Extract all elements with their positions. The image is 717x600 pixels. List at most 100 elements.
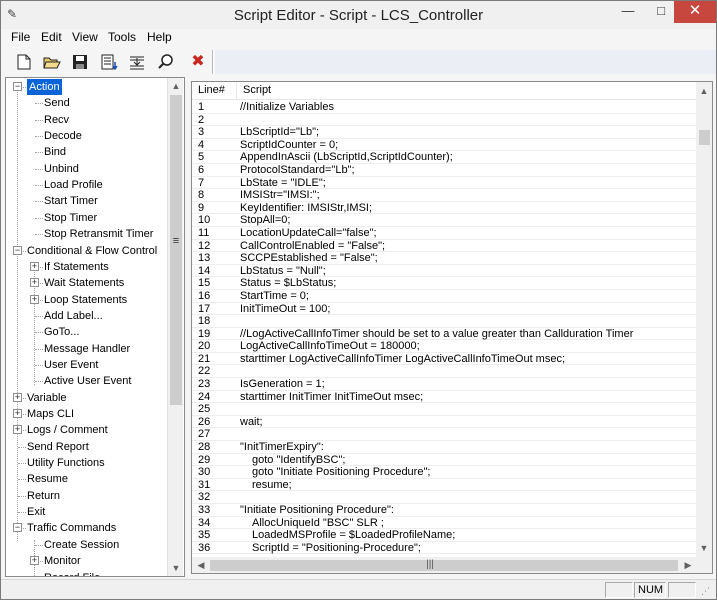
tree-item[interactable]: Return bbox=[6, 488, 176, 504]
script-line[interactable]: 6 ProtocolStandard="Lb"; bbox=[192, 164, 696, 177]
line-text[interactable]: starttimer InitTimer InitTimeOut msec; bbox=[240, 391, 423, 404]
line-text[interactable]: //Initialize Variables bbox=[240, 101, 334, 114]
line-text[interactable]: IsGeneration = 1; bbox=[240, 378, 325, 391]
compile-button[interactable] bbox=[99, 51, 121, 73]
line-text[interactable]: wait; bbox=[240, 416, 263, 429]
tree-scrollbar[interactable]: ▲ ≡ ▼ bbox=[167, 78, 183, 576]
script-line[interactable]: 1 //Initialize Variables bbox=[192, 101, 696, 114]
tree-item[interactable]: + If Statements bbox=[6, 259, 176, 275]
line-number-header[interactable]: Line# bbox=[192, 82, 237, 100]
tree-item[interactable]: Send bbox=[6, 95, 176, 111]
line-text[interactable]: StartTime = 0; bbox=[240, 290, 309, 303]
line-text[interactable]: AppendInAscii (LbScriptId,ScriptIdCounte… bbox=[240, 151, 453, 164]
line-text[interactable]: LoadedMSProfile = $LoadedProfileName; bbox=[252, 529, 455, 542]
menu-help[interactable]: Help bbox=[147, 30, 172, 44]
resize-grip-icon[interactable]: ⋰ bbox=[701, 586, 710, 597]
expand-icon[interactable]: + bbox=[13, 425, 22, 435]
menu-view[interactable]: View bbox=[72, 30, 98, 44]
menu-tools[interactable]: Tools bbox=[108, 30, 136, 44]
line-text[interactable]: ProtocolStandard="Lb"; bbox=[240, 164, 355, 177]
editor-horizontal-scrollbar[interactable]: ◀ ||| ▶ bbox=[192, 557, 696, 573]
line-text[interactable]: Status = $LbStatus; bbox=[240, 277, 336, 290]
tree-item[interactable]: + Logs / Comment bbox=[6, 422, 176, 438]
script-line[interactable]: 10 StopAll=0; bbox=[192, 214, 696, 227]
script-line[interactable]: 35 LoadedMSProfile = $LoadedProfileName; bbox=[192, 529, 696, 542]
tree-item[interactable]: − Conditional & Flow Control bbox=[6, 243, 176, 259]
script-line[interactable]: 19 //LogActiveCallInfoTimer should be set… bbox=[192, 328, 696, 341]
script-line[interactable]: 27 bbox=[192, 428, 696, 442]
tree-item[interactable]: − Traffic Commands bbox=[6, 520, 176, 536]
tree-item[interactable]: Start Timer bbox=[6, 193, 176, 209]
line-text[interactable]: StopAll=0; bbox=[240, 214, 290, 227]
line-text[interactable]: //LogActiveCallInfoTimer should be set t… bbox=[240, 328, 633, 341]
save-button[interactable] bbox=[69, 51, 91, 73]
scroll-down-icon[interactable]: ▼ bbox=[696, 540, 712, 556]
script-line[interactable]: 4 ScriptIdCounter = 0; bbox=[192, 139, 696, 152]
line-text[interactable]: CallControlEnabled = "False"; bbox=[240, 240, 385, 253]
script-line[interactable]: 14 LbStatus = "Null"; bbox=[192, 265, 696, 278]
script-line[interactable]: 20 LogActiveCallInfoTimeOut = 180000; bbox=[192, 340, 696, 353]
tree-item[interactable]: + Monitor bbox=[6, 553, 176, 569]
tree-item[interactable]: Unbind bbox=[6, 161, 176, 177]
open-button[interactable] bbox=[41, 51, 63, 73]
maximize-button[interactable]: □ bbox=[646, 1, 676, 23]
script-line[interactable]: 22 bbox=[192, 365, 696, 379]
tree-item[interactable]: GoTo... bbox=[6, 324, 176, 340]
script-line[interactable]: 5 AppendInAscii (LbScriptId,ScriptIdCount… bbox=[192, 151, 696, 164]
script-line[interactable]: 23 IsGeneration = 1; bbox=[192, 378, 696, 391]
tree-item[interactable]: Decode bbox=[6, 128, 176, 144]
line-text[interactable]: LbState = "IDLE"; bbox=[240, 177, 326, 190]
line-text[interactable]: starttimer LogActiveCallInfoTimer LogAct… bbox=[240, 353, 565, 366]
tree-item[interactable]: Resume bbox=[6, 471, 176, 487]
minimize-button[interactable]: — bbox=[613, 1, 643, 23]
tree-item[interactable]: Recv bbox=[6, 112, 176, 128]
script-header[interactable]: Script bbox=[237, 82, 696, 100]
script-line[interactable]: 25 bbox=[192, 403, 696, 416]
line-text[interactable]: "Initiate Positioning Procedure": bbox=[240, 504, 394, 517]
script-line[interactable]: 2 bbox=[192, 114, 696, 127]
scroll-up-icon[interactable]: ▲ bbox=[168, 78, 184, 94]
expand-icon[interactable]: + bbox=[30, 278, 39, 288]
tree-item[interactable]: + Maps CLI bbox=[6, 406, 176, 422]
line-text[interactable]: InitTimeOut = 100; bbox=[240, 303, 330, 316]
line-text[interactable]: AllocUniqueId "BSC" SLR ; bbox=[252, 517, 384, 530]
line-text[interactable]: LbScriptId="Lb"; bbox=[240, 126, 319, 139]
script-line[interactable]: 18 bbox=[192, 315, 696, 328]
scroll-up-icon[interactable]: ▲ bbox=[696, 83, 712, 99]
tree-item[interactable]: Load Profile bbox=[6, 177, 176, 193]
line-text[interactable]: IMSIStr="IMSI:"; bbox=[240, 189, 320, 202]
script-line[interactable]: 36 ScriptId = "Positioning-Procedure"; bbox=[192, 542, 696, 555]
line-text[interactable]: KeyIdentifier: IMSIStr,IMSI; bbox=[240, 202, 372, 215]
line-text[interactable]: goto "Initiate Positioning Procedure"; bbox=[252, 466, 430, 479]
tree-item[interactable]: Utility Functions bbox=[6, 455, 176, 471]
line-text[interactable]: ScriptId = "Positioning-Procedure"; bbox=[252, 542, 421, 555]
script-line[interactable]: 11 LocationUpdateCall="false"; bbox=[192, 227, 696, 240]
script-lines[interactable]: 1 //Initialize Variables 2 3 LbScriptId="Lb"… bbox=[192, 101, 696, 555]
line-text[interactable]: SCCPEstablished = "False"; bbox=[240, 252, 378, 265]
tree-item[interactable]: Add Label... bbox=[6, 308, 176, 324]
script-line[interactable]: 30 goto "Initiate Positioning Procedure"; bbox=[192, 466, 696, 479]
script-line[interactable]: 12 CallControlEnabled = "False"; bbox=[192, 240, 696, 253]
close-button[interactable]: ✕ bbox=[674, 1, 716, 23]
scroll-right-icon[interactable]: ▶ bbox=[680, 557, 696, 573]
expand-icon[interactable]: + bbox=[13, 392, 22, 402]
delete-button[interactable]: ✖ bbox=[187, 51, 209, 73]
script-editor[interactable]: Line# Script 1 //Initialize Variables 2 3 Lb… bbox=[191, 81, 713, 574]
scroll-left-icon[interactable]: ◀ bbox=[193, 557, 209, 573]
script-line[interactable]: 33 "Initiate Positioning Procedure": bbox=[192, 504, 696, 517]
script-line[interactable]: 8 IMSIStr="IMSI:"; bbox=[192, 189, 696, 202]
tree-item[interactable]: Stop Retransmit Timer bbox=[6, 226, 176, 242]
line-text[interactable]: LogActiveCallInfoTimeOut = 180000; bbox=[240, 340, 420, 353]
script-line[interactable]: 17 InitTimeOut = 100; bbox=[192, 303, 696, 316]
scroll-down-icon[interactable]: ▼ bbox=[168, 560, 184, 576]
tree-item[interactable]: + Wait Statements bbox=[6, 275, 176, 291]
script-line[interactable]: 24 starttimer InitTimer InitTimeOut msec; bbox=[192, 391, 696, 404]
tree-item[interactable]: − Action bbox=[6, 79, 176, 95]
script-line[interactable]: 29 goto "IdentifyBSC"; bbox=[192, 454, 696, 467]
expand-icon[interactable]: + bbox=[30, 294, 39, 304]
new-file-button[interactable] bbox=[13, 51, 35, 73]
tree-item[interactable]: Create Session bbox=[6, 537, 176, 553]
expand-icon[interactable]: + bbox=[13, 409, 22, 418]
tree-item[interactable]: Active User Event bbox=[6, 373, 176, 389]
tree-scroll-thumb[interactable] bbox=[170, 95, 182, 405]
